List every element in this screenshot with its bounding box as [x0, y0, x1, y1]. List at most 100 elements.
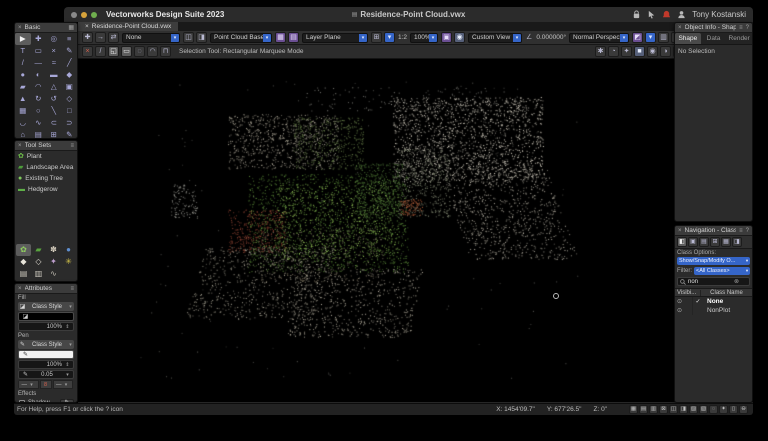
snap-menu-tool[interactable]: ≡: [62, 33, 78, 45]
flyover-tool[interactable]: ◎: [46, 33, 62, 45]
landscape-area-tool[interactable]: ▰: [31, 244, 46, 256]
plant-cluster-tool[interactable]: ✦: [46, 256, 61, 268]
class-search-field[interactable]: ⊗: [677, 277, 750, 286]
snap-loupe-icon[interactable]: ◌: [709, 405, 718, 414]
hatch-tool[interactable]: ▤: [31, 129, 47, 139]
hemisphere-icon[interactable]: ◑: [660, 46, 671, 57]
class-name-column-header[interactable]: Class Name: [701, 290, 752, 296]
rotation-angle-value[interactable]: 0.000000°: [536, 34, 566, 41]
clip-cube-icon[interactable]: ◩: [632, 32, 643, 43]
look-at-icon[interactable]: ◉: [454, 32, 465, 43]
snap-settings-icon[interactable]: ✱: [595, 46, 606, 57]
clip-caret[interactable]: ▾: [645, 32, 656, 43]
snap-grid-icon[interactable]: ▦: [629, 405, 638, 414]
fill-color-well[interactable]: ◪: [18, 312, 74, 321]
rect-marquee-mode-icon[interactable]: ▭: [121, 46, 132, 57]
rect-tool[interactable]: ▭: [31, 45, 47, 57]
viewport-tool[interactable]: ▣: [62, 81, 78, 93]
cone-tool[interactable]: ▲: [15, 93, 31, 105]
fence-tool[interactable]: ▤: [16, 268, 31, 280]
document-tab[interactable]: × Residence-Point Cloud.vwx: [78, 22, 178, 31]
railing-tool[interactable]: ▥: [31, 268, 46, 280]
snap-intersection-icon[interactable]: ⊠: [659, 405, 668, 414]
slope-tool[interactable]: ╲: [46, 105, 62, 117]
zoom-dropdown[interactable]: 100%▾: [410, 33, 438, 43]
irrigation-tool[interactable]: ∿: [46, 268, 61, 280]
visibility-eye-icon[interactable]: ⊙: [675, 307, 684, 314]
house-tool[interactable]: ⌂: [15, 129, 31, 139]
snap-working-plane-icon[interactable]: ▨: [689, 405, 698, 414]
sphere-render-icon[interactable]: ◉: [647, 46, 658, 57]
start-marker-dropdown[interactable]: —▾: [18, 380, 39, 389]
interactive-scale-icon[interactable]: ×: [82, 46, 93, 57]
user-name[interactable]: Tony Kostanski: [692, 10, 746, 19]
object-info-titlebar[interactable]: × Object Info - Shape ≡ ?: [675, 23, 752, 33]
snap-point-icon[interactable]: ✦: [719, 405, 728, 414]
window-close-button[interactable]: [71, 12, 77, 18]
palette-menu-icon[interactable]: ≡: [739, 25, 743, 31]
tab-data[interactable]: Data: [701, 33, 727, 44]
snap-distance-icon[interactable]: ◫: [669, 405, 678, 414]
unified-view-caret[interactable]: ▾: [384, 32, 395, 43]
unified-view-icon[interactable]: ⊞: [371, 32, 382, 43]
tool-set-item-hedgerow[interactable]: ▬Hedgerow: [15, 184, 77, 195]
palette-close-icon[interactable]: ×: [678, 228, 682, 234]
nav-references-icon[interactable]: ◨: [732, 237, 742, 247]
palette-help-icon[interactable]: ?: [746, 228, 749, 234]
nav-layers-icon[interactable]: ▣: [688, 237, 698, 247]
window-minimize-button[interactable]: [81, 12, 87, 18]
shaded-options-icon[interactable]: ◔: [608, 46, 619, 57]
spline-tool[interactable]: ∿: [31, 117, 47, 129]
pen-opacity-slider[interactable]: 100%⇕: [18, 360, 74, 369]
class-toggle-icon[interactable]: ◫: [183, 32, 194, 43]
projection-dropdown[interactable]: Normal Perspective▾: [569, 33, 629, 43]
tab-shape[interactable]: Shape: [675, 33, 701, 44]
class-search-input[interactable]: [688, 279, 732, 285]
class-row-nonplot[interactable]: ⊙NonPlot: [675, 306, 752, 315]
pen-style-dropdown[interactable]: ✎ Class Style ▾: [18, 340, 74, 349]
class-filter-dropdown[interactable]: <All Classes>▾: [694, 267, 750, 275]
saved-view-icon[interactable]: ▣: [441, 32, 452, 43]
palette-grid-icon[interactable]: ▦: [68, 25, 74, 31]
tab-render[interactable]: Render: [726, 33, 752, 44]
tool-set-item-landscape-area[interactable]: ▰Landscape Area: [15, 162, 77, 173]
nav-saved-views-icon[interactable]: ▦: [721, 237, 731, 247]
palette-close-icon[interactable]: ×: [678, 25, 682, 31]
mirror-tool[interactable]: ↺: [46, 93, 62, 105]
class-options-dropdown[interactable]: Show/Snap/Modify O...▾: [677, 257, 750, 265]
palette-menu-icon[interactable]: ≡: [70, 286, 74, 292]
palette-menu-icon[interactable]: ≡: [70, 143, 74, 149]
snap-object-icon[interactable]: ▤: [639, 405, 648, 414]
poly-lasso-mode-icon[interactable]: ◠: [147, 46, 158, 57]
multi-view-icon[interactable]: ▥: [658, 32, 669, 43]
rotate-tool[interactable]: ↻: [31, 93, 47, 105]
drop-tool[interactable]: ◇: [31, 256, 46, 268]
tool-sets-titlebar[interactable]: × Tool Sets ≡: [15, 141, 77, 151]
palette-close-icon[interactable]: ×: [18, 143, 22, 149]
oval-tool[interactable]: ●: [15, 69, 31, 81]
sunflower-tool[interactable]: ✳: [61, 256, 76, 268]
nav-sheets-icon[interactable]: ▤: [699, 237, 709, 247]
layer-toggle-icon[interactable]: ◨: [196, 32, 207, 43]
polygon-tool[interactable]: ▰: [15, 81, 31, 93]
active-layer-dropdown[interactable]: Point Cloud Base▾: [210, 33, 272, 43]
cursor-icon[interactable]: [647, 10, 656, 19]
palette-help-icon[interactable]: ?: [746, 25, 749, 31]
double-line-tool[interactable]: —: [31, 57, 47, 69]
nav-viewports-icon[interactable]: ⊞: [710, 237, 720, 247]
lasso-mode-icon[interactable]: ◌: [134, 46, 145, 57]
navigation-titlebar[interactable]: × Navigation - Classes ≡ ?: [675, 226, 752, 236]
grid-tool[interactable]: ▦: [15, 105, 31, 117]
freehand-tool[interactable]: ≈: [46, 57, 62, 69]
zoom-out-icon[interactable]: ⊖: [739, 405, 748, 414]
end-marker-dropdown[interactable]: —▾: [53, 380, 74, 389]
symbol-tool[interactable]: ⊞: [46, 129, 62, 139]
attributes-titlebar[interactable]: × Attributes ≡: [15, 284, 77, 294]
lock-icon[interactable]: [632, 10, 641, 19]
palette-menu-icon[interactable]: ≡: [739, 228, 743, 234]
circle-tool[interactable]: ○: [31, 105, 47, 117]
snap-automatic-icon[interactable]: ▧: [699, 405, 708, 414]
triangle-tool[interactable]: △: [46, 81, 62, 93]
text-tool[interactable]: T: [15, 45, 31, 57]
bench-mode-icon[interactable]: ⊓: [160, 46, 171, 57]
